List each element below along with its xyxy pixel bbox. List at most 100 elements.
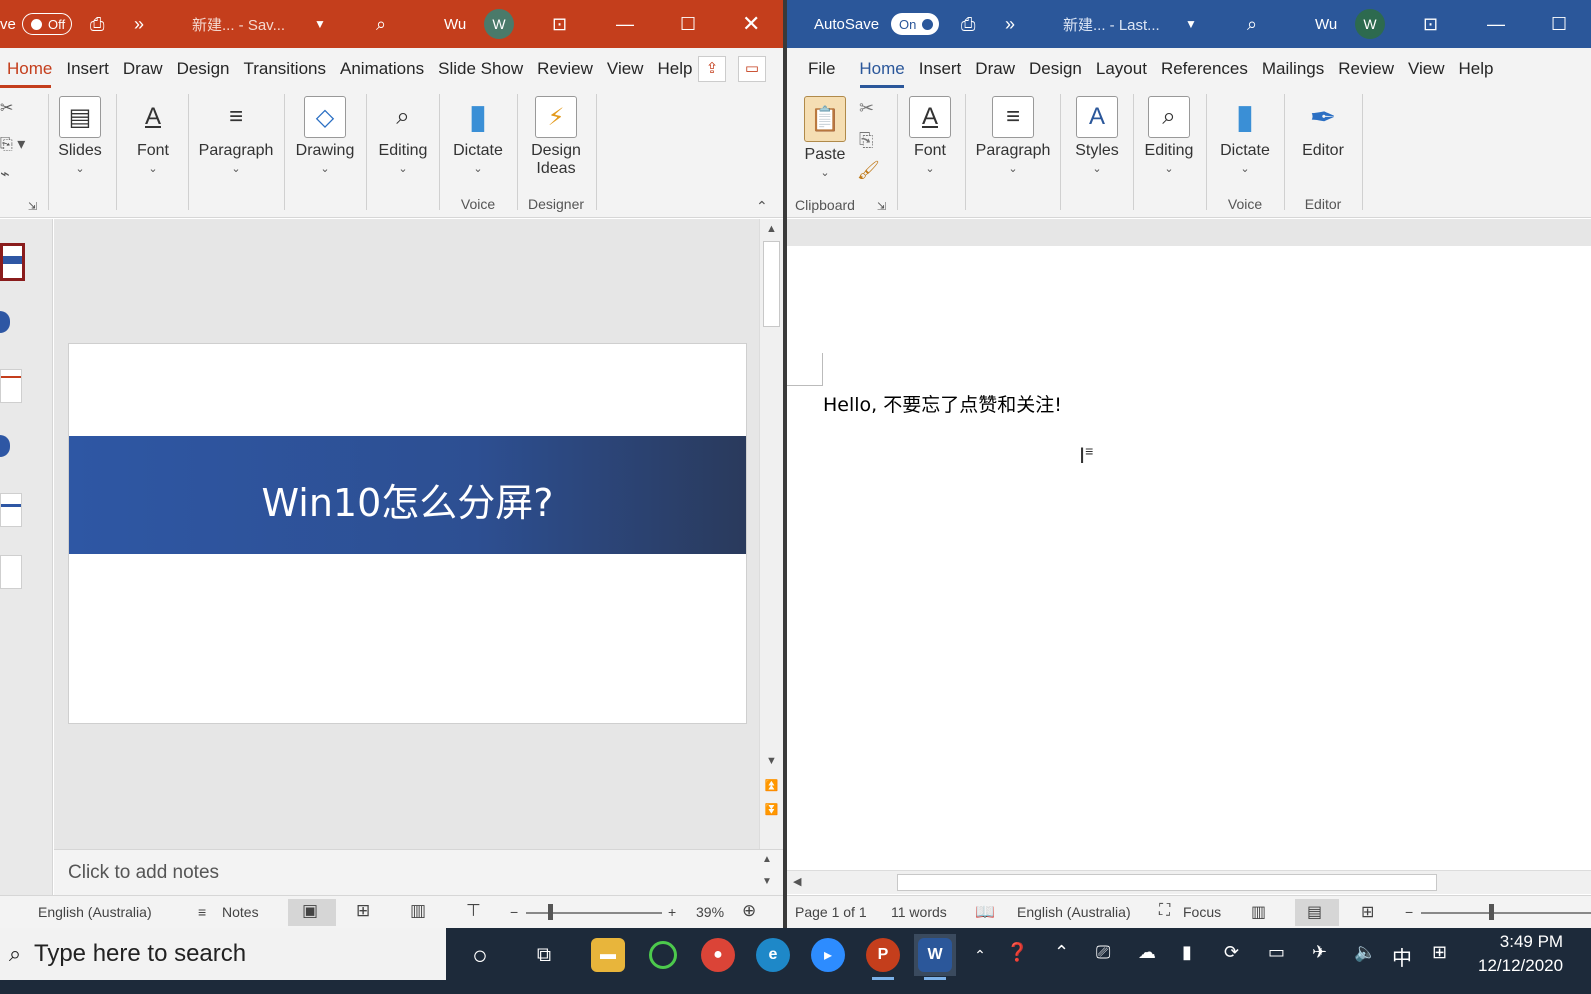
ppt-search-icon[interactable]: ⌕: [376, 0, 386, 48]
sync-icon[interactable]: ⟳: [1224, 942, 1239, 963]
notes-pane[interactable]: Click to add notes ▲ ▼: [54, 849, 783, 895]
word-save-icon[interactable]: ⎙: [961, 0, 975, 48]
notes-toggle-icon[interactable]: ≡: [198, 904, 206, 920]
slides-button[interactable]: ▤ Slides ⌄: [52, 94, 108, 212]
ppt-zoom-out[interactable]: −: [510, 904, 518, 920]
comments-icon[interactable]: ▭: [738, 56, 766, 82]
notes-toggle-label[interactable]: Notes: [222, 904, 259, 920]
scroll-up-icon[interactable]: ▲: [760, 223, 783, 235]
ppt-maximize-icon[interactable]: ☐: [680, 0, 696, 48]
scroll-left-icon[interactable]: ◀: [793, 875, 801, 888]
share-icon[interactable]: ⇪: [698, 56, 726, 82]
collapse-ribbon-icon[interactable]: ⌃: [756, 198, 768, 215]
editor-button[interactable]: ✒ Editor Editor: [1289, 94, 1357, 212]
ppt-tab-review[interactable]: Review: [530, 59, 600, 79]
word-font-button[interactable]: A Font ⌄: [899, 94, 961, 212]
ime-indicator[interactable]: 中: [1392, 942, 1412, 971]
slide-thumbnail[interactable]: [0, 369, 22, 403]
read-mode-icon[interactable]: ▥: [1251, 902, 1266, 922]
meet-now-icon[interactable]: ⎚: [1096, 942, 1110, 963]
ppt-zoom-in[interactable]: +: [668, 904, 676, 920]
word-tab-layout[interactable]: Layout: [1089, 59, 1154, 79]
notes-scroll-up-icon[interactable]: ▲: [762, 854, 772, 865]
word-tab-file[interactable]: File: [801, 59, 842, 79]
usb-icon[interactable]: ▮: [1182, 942, 1192, 963]
ppt-tab-animations[interactable]: Animations: [333, 59, 431, 79]
word-minimize-icon[interactable]: —: [1487, 0, 1505, 48]
taskbar-search-box[interactable]: ⌕ Type here to search: [0, 928, 446, 980]
cortana-icon[interactable]: ○: [459, 934, 501, 976]
clipboard-launcher-icon[interactable]: ⇲: [28, 200, 37, 213]
file-explorer-icon[interactable]: ▬: [587, 934, 629, 976]
edge-icon[interactable]: e: [752, 934, 794, 976]
ppt-vertical-scrollbar[interactable]: ▲ ▼ ⏫ ⏬: [759, 219, 783, 849]
next-slide-icon[interactable]: ⏬: [760, 803, 783, 816]
current-slide[interactable]: Win10怎么分屏?: [68, 343, 747, 724]
search-placeholder[interactable]: Type here to search: [34, 940, 246, 968]
page-count-status[interactable]: Page 1 of 1: [795, 904, 867, 920]
word-zoom-out[interactable]: −: [1405, 904, 1413, 920]
previous-slide-icon[interactable]: ⏫: [760, 779, 783, 792]
document-body-text[interactable]: Hello, 不要忘了点赞和关注!: [823, 390, 1062, 417]
word-paragraph-button[interactable]: ≡ Paragraph ⌄: [971, 94, 1055, 212]
system-clock[interactable]: 3:49 PM 12/12/2020: [1478, 930, 1563, 978]
word-tab-insert[interactable]: Insert: [912, 59, 969, 79]
word-clipboard-launcher-icon[interactable]: ⇲: [877, 200, 886, 213]
slide-sorter-icon[interactable]: ⊞: [356, 901, 370, 921]
word-tab-references[interactable]: References: [1154, 59, 1255, 79]
slide-thumbnail[interactable]: [0, 431, 22, 465]
word-horizontal-scrollbar[interactable]: ◀: [787, 870, 1591, 894]
chrome-icon[interactable]: ●: [697, 934, 739, 976]
word-search-icon[interactable]: ⌕: [1247, 0, 1257, 48]
ppt-tab-insert[interactable]: Insert: [59, 59, 116, 79]
clipboard-copy-icon[interactable]: ⎘ ▾: [0, 134, 25, 154]
ppt-tab-slideshow[interactable]: Slide Show: [431, 59, 530, 79]
ppt-autosave-toggle[interactable]: Off: [22, 0, 73, 48]
word-doc-title[interactable]: 新建... - Last...: [1063, 0, 1160, 48]
notes-scroll-down-icon[interactable]: ▼: [762, 876, 772, 887]
ime-mode-icon[interactable]: ⊞: [1432, 942, 1447, 963]
design-ideas-button[interactable]: ⚡ Design Ideas Designer: [520, 94, 592, 212]
ppt-ribbon-display-icon[interactable]: ⊡: [552, 0, 567, 48]
ppt-user-name[interactable]: Wu: [444, 0, 466, 48]
slide-thumbnail[interactable]: [0, 555, 22, 589]
word-maximize-icon[interactable]: ☐: [1551, 0, 1567, 48]
word-taskbar-icon[interactable]: W: [914, 934, 956, 980]
word-user-name[interactable]: Wu: [1315, 0, 1337, 48]
word-autosave-toggle[interactable]: On: [891, 0, 940, 48]
ppt-avatar[interactable]: W: [484, 9, 514, 39]
word-tab-view[interactable]: View: [1401, 59, 1452, 79]
ppt-font-button[interactable]: A Font ⌄: [122, 94, 184, 212]
ppt-paragraph-button[interactable]: ≡ Paragraph ⌄: [196, 94, 276, 212]
format-painter-icon[interactable]: ⌁: [0, 164, 10, 184]
word-editing-button[interactable]: ⌕ Editing ⌄: [1137, 94, 1201, 212]
web-layout-icon[interactable]: ⊞: [1361, 902, 1374, 922]
word-tab-help[interactable]: Help: [1452, 59, 1501, 79]
paste-button[interactable]: 📋 Paste ⌄: [799, 94, 851, 212]
fit-to-window-icon[interactable]: ⊕: [742, 901, 756, 921]
slide-thumbnail[interactable]: [0, 307, 22, 341]
volume-icon[interactable]: 🔈: [1354, 942, 1376, 963]
ppt-language-status[interactable]: English (Australia): [38, 904, 152, 920]
ppt-more-commands[interactable]: »: [134, 0, 144, 48]
word-count-status[interactable]: 11 words: [891, 904, 947, 920]
slide-thumbnail[interactable]: [0, 243, 25, 281]
ppt-tab-draw[interactable]: Draw: [116, 59, 170, 79]
green-app-icon[interactable]: [642, 934, 684, 976]
ppt-zoom-knob[interactable]: [548, 904, 553, 920]
ppt-tab-help[interactable]: Help: [650, 59, 699, 79]
print-layout-icon[interactable]: ▤: [1307, 902, 1322, 922]
ppt-zoom-level[interactable]: 39%: [696, 904, 724, 920]
ppt-tab-transitions[interactable]: Transitions: [236, 59, 333, 79]
format-painter-brush-icon[interactable]: 🖌: [857, 160, 880, 181]
ppt-minimize-icon[interactable]: —: [616, 0, 634, 48]
proofing-icon[interactable]: 📖: [975, 902, 995, 922]
powerpoint-taskbar-icon[interactable]: P: [862, 934, 904, 980]
airplane-mode-icon[interactable]: ✈: [1312, 942, 1327, 963]
word-dictate-button[interactable]: ▮ Dictate ⌄ Voice: [1211, 94, 1279, 212]
word-language-status[interactable]: English (Australia): [1017, 904, 1131, 920]
word-title-dropdown-icon[interactable]: ▼: [1185, 0, 1197, 48]
task-view-icon[interactable]: ⧉: [523, 934, 565, 976]
battery-icon[interactable]: ▭: [1268, 942, 1285, 963]
ppt-editing-button[interactable]: ⌕ Editing ⌄: [372, 94, 434, 212]
